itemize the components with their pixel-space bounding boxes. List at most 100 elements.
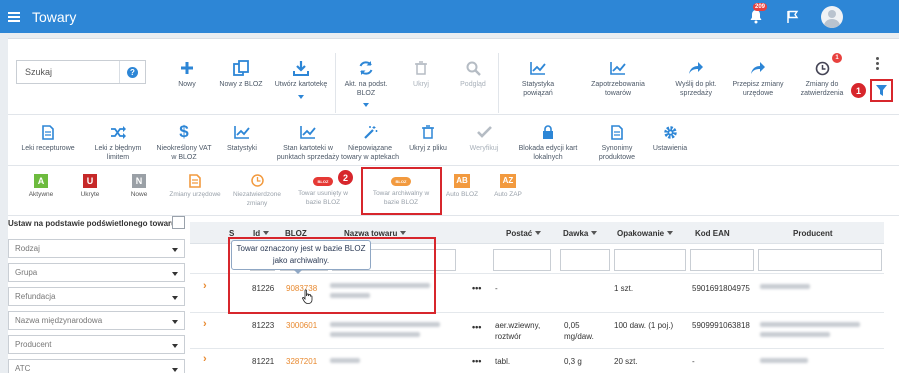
- new-from-bloz-button[interactable]: Nowy z BLOZ: [216, 59, 266, 89]
- blurred-name: [330, 332, 420, 337]
- copy-icon: [233, 59, 249, 77]
- left-panel-title: Ustaw na podstawie podświetlonego towaru: [8, 219, 177, 228]
- link-statistics-button[interactable]: Statystyka powiązań: [513, 59, 563, 99]
- statistics-button[interactable]: Statystyki: [220, 123, 264, 153]
- chart-icon: [530, 59, 546, 77]
- sort-icon: [667, 231, 674, 235]
- filter-input-ean[interactable]: [690, 249, 754, 271]
- wrong-limit-drugs-button[interactable]: Leki z błędnym limitem: [86, 123, 150, 163]
- filter-input-producent[interactable]: [758, 249, 882, 271]
- product-synonyms-button[interactable]: Synonimy produktowe: [590, 123, 644, 163]
- dropdown-atc[interactable]: ATC: [8, 359, 185, 373]
- create-card-button[interactable]: Utwórz kartotekę: [272, 59, 330, 100]
- filter-auto-bloz[interactable]: AB Auto BLOZ: [442, 174, 482, 200]
- compounded-drugs-button[interactable]: Leki recepturowe: [16, 123, 80, 153]
- unlinked-products-button[interactable]: Niepowiązane towary w aptekach: [338, 123, 402, 163]
- share-icon: [750, 59, 766, 77]
- bell-icon[interactable]: 209: [749, 2, 768, 25]
- column-header-ean[interactable]: Kod EAN: [695, 229, 730, 238]
- filter-new[interactable]: N Nowe: [124, 174, 154, 200]
- expand-row-icon[interactable]: ›: [203, 318, 207, 330]
- divider: [8, 215, 899, 216]
- blurred-producer: [760, 322, 860, 327]
- avatar[interactable]: [821, 5, 843, 28]
- filter-icon[interactable]: [873, 82, 890, 99]
- bloz-link[interactable]: 3287201: [286, 356, 317, 367]
- blurred-producer: [760, 332, 830, 337]
- column-header-postac[interactable]: Postać: [506, 229, 542, 238]
- hide-from-file-button[interactable]: Ukryj z pliku: [403, 123, 453, 153]
- chart-icon: [300, 123, 316, 141]
- chevron-down-icon: [298, 95, 304, 100]
- undefined-vat-button[interactable]: $ Nieokreślony VAT w BLOZ: [154, 122, 214, 163]
- share-icon: [688, 59, 704, 77]
- filter-active[interactable]: A Aktywne: [26, 174, 56, 200]
- preview-button[interactable]: Podgląd: [458, 59, 488, 89]
- expand-row-icon[interactable]: ›: [203, 280, 207, 292]
- search-help-button[interactable]: ?: [119, 61, 145, 83]
- apply-official-changes-button[interactable]: Przepisz zmiany urzędowe: [728, 59, 788, 99]
- shuffle-icon: [110, 123, 126, 141]
- filter-hidden[interactable]: U Ukryte: [75, 174, 105, 200]
- flag-icon[interactable]: [787, 10, 799, 23]
- new-button[interactable]: Nowy: [172, 59, 202, 89]
- divider: [8, 114, 899, 115]
- update-from-bloz-button[interactable]: Akt. na podst. BLOZ: [341, 59, 391, 107]
- hand-cursor-icon: [302, 289, 314, 306]
- demand-button[interactable]: Zapotrzebowania towarów: [590, 59, 646, 99]
- chevron-down-icon: [363, 102, 369, 107]
- row-menu-icon[interactable]: •••: [472, 283, 481, 293]
- column-header-opakowanie[interactable]: Opakowanie: [617, 229, 674, 238]
- lock-local-cards-button[interactable]: Blokada edycji kart lokalnych: [512, 123, 584, 163]
- sort-icon: [263, 231, 270, 235]
- dropdown-rodzaj[interactable]: Rodzaj: [8, 239, 185, 258]
- filter-input-opakowanie[interactable]: [614, 249, 686, 271]
- dropdown-grupa[interactable]: Grupa: [8, 263, 185, 282]
- filter-auto-zap[interactable]: AZ Auto ZAP: [488, 174, 528, 200]
- question-icon: ?: [127, 66, 138, 78]
- search-input[interactable]: [17, 61, 119, 83]
- column-header-dawka[interactable]: Dawka: [563, 229, 598, 238]
- filter-input-postac[interactable]: [493, 249, 551, 271]
- more-options-icon[interactable]: [876, 57, 879, 70]
- dropdown-international-name[interactable]: Nazwa międzynarodowa: [8, 311, 185, 330]
- chart-icon: [610, 59, 626, 77]
- verify-button[interactable]: Weryfikuj: [463, 123, 505, 153]
- column-header-producent[interactable]: Producent: [793, 229, 833, 238]
- download-icon: [293, 59, 309, 77]
- lock-icon: [542, 123, 554, 141]
- row-menu-icon[interactable]: •••: [472, 322, 481, 332]
- settings-button[interactable]: Ustawienia: [650, 123, 690, 153]
- expand-row-icon[interactable]: ›: [203, 353, 207, 365]
- refresh-icon: [358, 59, 374, 77]
- filter-official-changes[interactable]: Zmiany urzędowe: [168, 174, 222, 200]
- trash-icon: [422, 123, 434, 141]
- hide-button[interactable]: Ukryj: [406, 59, 436, 89]
- menu-icon[interactable]: [8, 11, 20, 22]
- dropdown-refundacja[interactable]: Refundacja: [8, 287, 185, 306]
- tooltip: Towar oznaczony jest w bazie BLOZ jako a…: [231, 240, 371, 274]
- magic-icon: [363, 123, 378, 141]
- filter-input-dawka[interactable]: [560, 249, 610, 271]
- filter-archival-in-bloz[interactable]: BLOZ Towar archiwalny w bazie BLOZ: [368, 174, 434, 208]
- filter-unapproved-changes[interactable]: Niezatwierdzone zmiany: [232, 174, 282, 209]
- divider: [498, 53, 499, 113]
- left-panel-checkbox[interactable]: [172, 216, 185, 229]
- row-divider: [190, 348, 884, 349]
- send-to-pos-button[interactable]: Wyślij do pkt. sprzedaży: [668, 59, 724, 99]
- dropdown-producent[interactable]: Producent: [8, 335, 185, 354]
- document-icon: [611, 123, 623, 141]
- divider: [335, 53, 336, 113]
- plus-icon: [180, 59, 194, 77]
- pending-changes-button[interactable]: Zmiany do zatwierdzenia: [794, 59, 850, 99]
- sort-icon: [535, 231, 542, 235]
- document-icon: [189, 174, 201, 188]
- pos-card-state-button[interactable]: Stan kartoteki w punktach sprzedaży: [270, 123, 346, 163]
- document-icon: [42, 123, 54, 141]
- search-icon: [466, 59, 481, 77]
- pending-count-badge: 1: [832, 53, 842, 63]
- row-menu-icon[interactable]: •••: [472, 356, 481, 366]
- trash-icon: [415, 59, 427, 77]
- sort-icon: [591, 231, 598, 235]
- bloz-link[interactable]: 3000601: [286, 320, 317, 331]
